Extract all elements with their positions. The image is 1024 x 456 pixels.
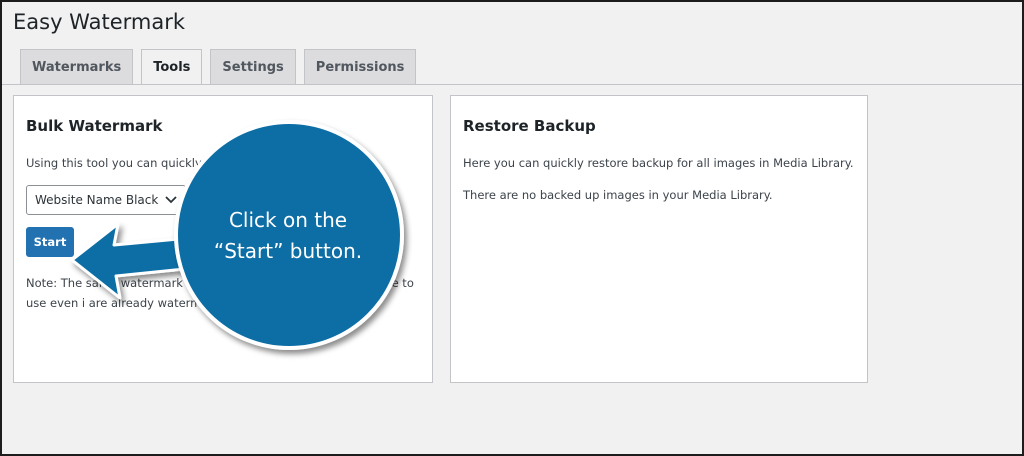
restore-backup-title: Restore Backup	[463, 117, 596, 135]
watermark-select-value: Website Name Black	[35, 193, 159, 207]
tab-tools[interactable]: Tools	[141, 49, 203, 85]
start-button[interactable]: Start	[26, 227, 74, 257]
callout-line-1: Click on the	[228, 208, 348, 232]
restore-backup-status: There are no backed up images in your Me…	[463, 188, 773, 202]
tab-permissions[interactable]: Permissions	[303, 49, 417, 84]
restore-backup-card: Restore Backup Here you can quickly rest…	[450, 95, 868, 383]
tab-settings[interactable]: Settings	[210, 49, 296, 84]
tab-watermarks[interactable]: Watermarks	[20, 49, 134, 84]
page-title: Easy Watermark	[13, 10, 186, 34]
watermark-select[interactable]: Website Name Black	[26, 185, 186, 215]
nav-tabs: Watermarks Tools Settings Permissions	[20, 49, 417, 85]
callout-text: Click on the “Start” button.	[198, 205, 378, 267]
chevron-down-icon	[165, 193, 177, 207]
restore-backup-description: Here you can quickly restore backup for …	[463, 156, 854, 170]
callout-line-2: “Start” button.	[213, 239, 363, 263]
bulk-watermark-note: Note: The same watermark will b e same i…	[26, 276, 414, 310]
bulk-watermark-title: Bulk Watermark	[26, 117, 163, 135]
tabs-divider	[2, 84, 1022, 85]
bulk-watermark-description: Using this tool you can quickly a s in t…	[26, 156, 343, 170]
